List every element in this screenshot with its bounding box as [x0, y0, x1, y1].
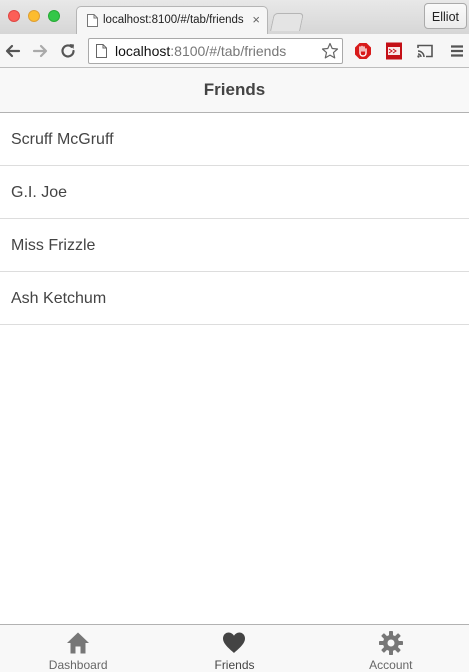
tab-account[interactable]: Account: [313, 625, 469, 672]
app-header: Friends: [0, 68, 469, 113]
list-item[interactable]: Scruff McGruff: [0, 113, 469, 166]
address-bar[interactable]: localhost:8100/#/tab/friends: [88, 38, 343, 64]
friends-list: Scruff McGruff G.I. Joe Miss Frizzle Ash…: [0, 113, 469, 325]
heart-icon: [223, 632, 246, 653]
back-arrow-icon[interactable]: [4, 42, 22, 60]
gear-icon: [378, 631, 403, 655]
close-window-button[interactable]: [8, 10, 20, 22]
tab-bar: Dashboard Friends Account: [0, 624, 469, 672]
minimize-window-button[interactable]: [28, 10, 40, 22]
new-tab-button[interactable]: [270, 13, 304, 31]
cast-icon[interactable]: [416, 42, 434, 60]
tab-close-button[interactable]: ×: [252, 12, 260, 27]
page-icon: [96, 44, 107, 58]
list-item[interactable]: G.I. Joe: [0, 166, 469, 219]
profile-button[interactable]: Elliot: [423, 3, 467, 29]
url-text: localhost:8100/#/tab/friends: [115, 43, 286, 59]
page-icon: [87, 14, 98, 27]
browser-toolbar: localhost:8100/#/tab/friends: [0, 34, 469, 68]
page-title: Friends: [203, 80, 266, 99]
browser-tab[interactable]: localhost:8100/#/tab/friends ×: [76, 6, 268, 35]
menu-icon[interactable]: [448, 42, 466, 60]
browser-tab-strip: localhost:8100/#/tab/friends × Elliot: [0, 0, 469, 35]
red-extension-icon[interactable]: [385, 42, 403, 60]
url-path: :8100/#/tab/friends: [170, 43, 287, 59]
bookmark-star-icon[interactable]: [321, 42, 339, 60]
reload-icon[interactable]: [59, 42, 77, 60]
tab-friends[interactable]: Friends: [156, 625, 312, 672]
list-item[interactable]: Miss Frizzle: [0, 219, 469, 272]
tab-label: Account: [369, 658, 413, 672]
tab-label: Friends: [214, 658, 255, 672]
list-item[interactable]: Ash Ketchum: [0, 272, 469, 325]
home-icon: [67, 632, 90, 654]
tab-title: localhost:8100/#/tab/friends: [103, 14, 244, 26]
tab-dashboard[interactable]: Dashboard: [0, 625, 156, 672]
tab-label: Dashboard: [48, 658, 108, 672]
url-host: localhost: [115, 43, 171, 59]
zoom-window-button[interactable]: [48, 10, 60, 22]
stop-extension-icon[interactable]: [354, 42, 372, 60]
forward-arrow-icon[interactable]: [31, 42, 49, 60]
